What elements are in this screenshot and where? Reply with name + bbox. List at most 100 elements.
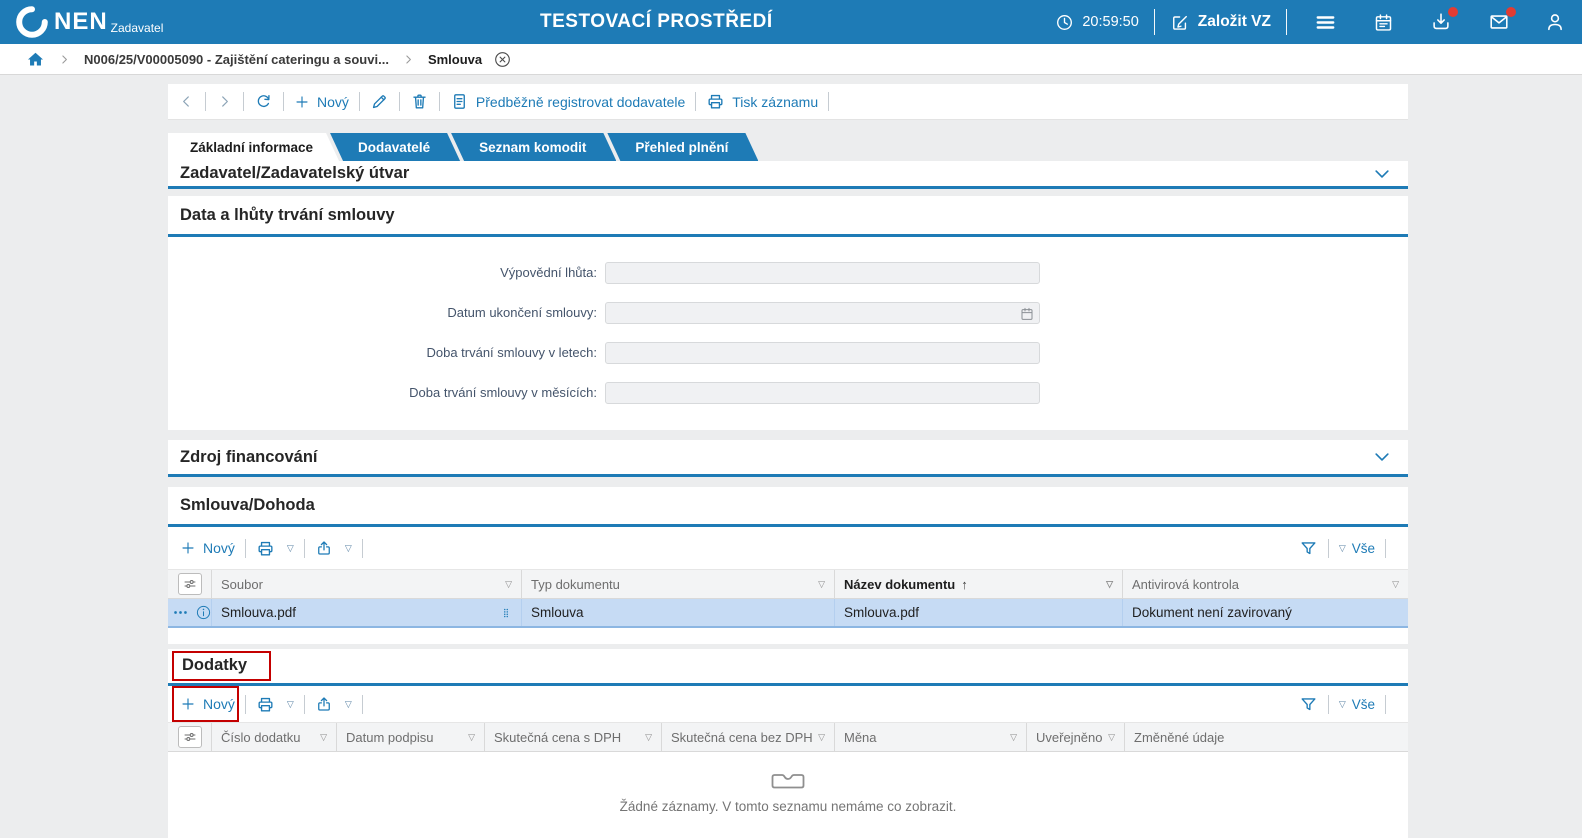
divider <box>245 539 246 558</box>
smlouva-view-all-label: Vše <box>1352 541 1375 556</box>
column-filter-icon[interactable]: ▽ <box>1108 732 1115 743</box>
export-icon <box>315 539 333 557</box>
empty-state-text: Žádné záznamy. V tomto seznamu nemáme co… <box>168 799 1408 814</box>
column-label: Antivirová kontrola <box>1132 577 1239 592</box>
column-settings-button[interactable] <box>168 570 212 598</box>
row-info-button[interactable] <box>195 604 212 621</box>
calendar-button[interactable] <box>1373 12 1394 33</box>
edit-button[interactable] <box>370 92 389 111</box>
home-button[interactable] <box>26 50 45 69</box>
create-vz-button[interactable]: Založit VZ <box>1170 12 1271 32</box>
tab-seznam-komodit[interactable]: Seznam komodit <box>451 133 616 161</box>
downloads-notification-badge <box>1448 7 1458 17</box>
divider <box>245 695 246 714</box>
field-doba-mesicich-label: Doba trvání smlouvy v měsících: <box>168 382 597 404</box>
tab-zakladni-informace[interactable]: Základní informace <box>168 133 339 161</box>
downloads-button[interactable] <box>1430 11 1452 33</box>
datepicker-button[interactable] <box>1019 305 1035 323</box>
column-settings-button[interactable] <box>168 723 212 751</box>
printer-icon <box>256 539 275 558</box>
smlouva-table-row-selected[interactable]: Smlouva.pdf Smlouva Smlouva.pdf Dokument… <box>168 599 1408 628</box>
column-header-nazev-dokumentu[interactable]: Název dokumentu↑▽ <box>835 570 1123 598</box>
column-header-antivirova-kontrola[interactable]: Antivirová kontrola ▽ <box>1123 570 1408 598</box>
column-header-datum-podpisu[interactable]: Datum podpisu ▽ <box>337 723 485 751</box>
dodatky-new-button[interactable]: Nový <box>180 696 235 712</box>
column-label: Změněné údaje <box>1134 730 1224 745</box>
preregister-supplier-button[interactable]: Předběžně registrovat dodavatele <box>450 92 685 111</box>
sliders-icon <box>178 726 202 748</box>
column-header-zmenene-udaje[interactable]: Změněné údaje <box>1125 723 1408 751</box>
column-filter-icon[interactable]: ▽ <box>1106 579 1113 590</box>
column-filter-icon[interactable]: ▽ <box>505 579 512 590</box>
smlouva-filter-button[interactable] <box>1299 539 1318 558</box>
plus-icon <box>294 94 310 110</box>
column-header-uverejneno[interactable]: Uveřejněno▽ <box>1027 723 1125 751</box>
column-filter-icon[interactable]: ▽ <box>1010 732 1017 743</box>
funnel-icon <box>1299 695 1318 714</box>
nen-logo[interactable]: NEN Zadavatel <box>0 6 163 38</box>
column-header-cislo-dodatku[interactable]: Číslo dodatku▽ <box>212 723 337 751</box>
section-data-title: Data a lhůty trvání smlouvy <box>180 206 395 225</box>
drag-handle-icon[interactable] <box>500 603 512 623</box>
row-actions-button[interactable] <box>172 604 189 621</box>
dodatky-export-button[interactable]: ▽ <box>315 695 352 713</box>
column-label: Datum podpisu <box>346 730 433 745</box>
info-icon <box>195 604 212 621</box>
field-doba-mesicich-input[interactable] <box>605 382 1040 404</box>
field-datum-ukonceni-label: Datum ukončení smlouvy: <box>168 302 597 324</box>
new-record-button[interactable]: Nový <box>294 94 349 110</box>
dodatky-filter-button[interactable] <box>1299 695 1318 714</box>
cell-typ-dokumentu: Smlouva <box>531 605 584 620</box>
smlouva-grid-toolbar: Nový ▽ ▽ ▽Vše <box>168 527 1408 569</box>
smlouva-print-button[interactable]: ▽ <box>256 539 294 558</box>
column-header-cena-bez-dph[interactable]: Skutečná cena bez DPH▽ <box>662 723 835 751</box>
dodatky-view-all-button[interactable]: ▽Vše <box>1339 697 1375 712</box>
column-header-soubor[interactable]: Soubor▽ <box>212 570 522 598</box>
delete-button[interactable] <box>410 92 429 111</box>
section-zdroj-financovani: Zdroj financování <box>168 440 1408 477</box>
section-zadavatel-collapse-button[interactable] <box>1372 164 1392 184</box>
nav-previous-button[interactable] <box>178 93 195 110</box>
divider <box>695 92 696 111</box>
time-value: 20:59:50 <box>1082 14 1138 30</box>
printer-icon <box>256 695 275 714</box>
dodatky-print-button[interactable]: ▽ <box>256 695 294 714</box>
column-filter-icon[interactable]: ▽ <box>468 732 475 743</box>
section-zdroj-collapse-button[interactable] <box>1372 447 1392 467</box>
brand-module: Zadavatel <box>111 21 164 35</box>
main-menu-button[interactable] <box>1314 11 1337 34</box>
breadcrumb-item-procurement[interactable]: N006/25/V00005090 - Zajištění cateringu … <box>84 52 389 67</box>
home-icon <box>26 50 45 69</box>
breadcrumb-chevron-icon <box>58 53 71 66</box>
smlouva-export-button[interactable]: ▽ <box>315 539 352 557</box>
divider <box>243 92 244 111</box>
user-profile-button[interactable] <box>1544 11 1566 33</box>
column-filter-icon[interactable]: ▽ <box>1392 579 1399 590</box>
column-filter-icon[interactable]: ▽ <box>818 732 825 743</box>
column-header-mena[interactable]: Měna▽ <box>835 723 1027 751</box>
smlouva-new-button[interactable]: Nový <box>180 540 235 556</box>
record-toolbar: Nový Předběžně registrovat dodavatele Ti… <box>168 84 1408 120</box>
column-filter-icon[interactable]: ▽ <box>320 732 327 743</box>
column-filter-icon[interactable]: ▽ <box>645 732 652 743</box>
tab-prehled-plneni[interactable]: Přehled plnění <box>607 133 758 161</box>
printer-icon <box>706 92 725 111</box>
column-filter-icon[interactable]: ▽ <box>818 579 825 590</box>
dodatky-grid-toolbar: Nový ▽ ▽ ▽Vše <box>168 686 1408 722</box>
field-datum-ukonceni-input[interactable] <box>605 302 1040 324</box>
section-zadavatel-title: Zadavatel/Zadavatelský útvar <box>180 164 409 183</box>
clock-icon <box>1055 13 1074 32</box>
field-doba-letech-input[interactable] <box>605 342 1040 364</box>
divider <box>1385 695 1386 714</box>
sliders-icon <box>178 573 202 595</box>
messages-button[interactable] <box>1488 11 1510 33</box>
column-header-typ-dokumentu[interactable]: Typ dokumentu▽ <box>522 570 835 598</box>
tab-dodavatele[interactable]: Dodavatelé <box>330 133 460 161</box>
nav-next-button[interactable] <box>216 93 233 110</box>
field-vypovedni-lhuta-input[interactable] <box>605 262 1040 284</box>
close-record-button[interactable] <box>493 50 512 69</box>
print-record-button[interactable]: Tisk záznamu <box>706 92 818 111</box>
smlouva-view-all-button[interactable]: ▽Vše <box>1339 541 1375 556</box>
column-header-cena-s-dph[interactable]: Skutečná cena s DPH▽ <box>485 723 662 751</box>
refresh-button[interactable] <box>254 92 273 111</box>
